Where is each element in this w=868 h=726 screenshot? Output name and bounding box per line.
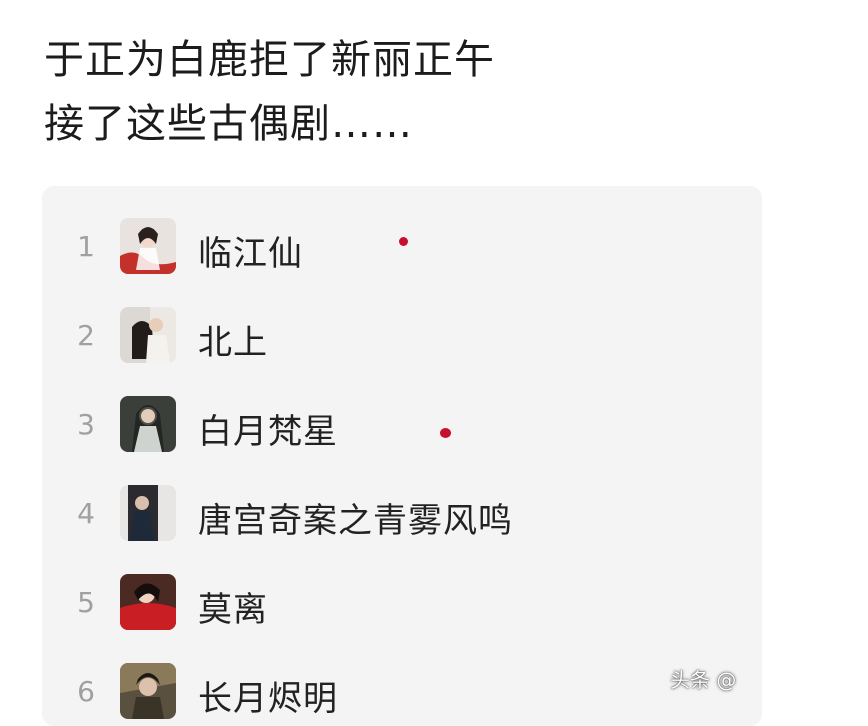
list-item[interactable]: 1 临江仙 [42, 216, 762, 276]
drama-title: 长月烬明 [198, 679, 338, 719]
drama-title: 白月梵星 [198, 412, 338, 452]
headline: 于正为白鹿拒了新丽正午 接了这些古偶剧…… [44, 28, 744, 156]
drama-poster-thumbnail [120, 218, 176, 274]
drama-title: 临江仙 [198, 234, 303, 274]
list-item[interactable]: 5 莫离 [42, 572, 762, 632]
rank-number: 1 [77, 230, 95, 263]
rank-number: 2 [77, 319, 95, 352]
drama-title: 莫离 [198, 590, 268, 630]
drama-title: 北上 [198, 323, 268, 363]
drama-poster-thumbnail [120, 485, 176, 541]
watermark: 头条 @ [670, 668, 737, 692]
rank-number: 5 [77, 586, 95, 619]
red-dot-mark [399, 237, 408, 246]
drama-poster-thumbnail [120, 663, 176, 719]
headline-line-1: 于正为白鹿拒了新丽正午 [44, 37, 495, 83]
drama-poster-thumbnail [120, 396, 176, 452]
rank-number: 4 [77, 497, 95, 530]
list-item[interactable]: 3 白月梵星 [42, 394, 762, 454]
drama-poster-thumbnail [120, 574, 176, 630]
rank-number: 3 [77, 408, 95, 441]
ranking-list-card: 1 临江仙 2 北上 3 白月梵星 4 唐宫奇案之青雾风鸣 5 莫离 6 长月烬… [42, 186, 762, 726]
red-dot-mark [440, 428, 451, 438]
drama-title: 唐宫奇案之青雾风鸣 [198, 501, 513, 541]
drama-poster-thumbnail [120, 307, 176, 363]
rank-number: 6 [77, 675, 95, 708]
list-item[interactable]: 2 北上 [42, 305, 762, 365]
headline-line-2: 接了这些古偶剧…… [44, 101, 413, 147]
list-item[interactable]: 4 唐宫奇案之青雾风鸣 [42, 483, 762, 543]
list-item[interactable]: 6 长月烬明 [42, 661, 762, 721]
